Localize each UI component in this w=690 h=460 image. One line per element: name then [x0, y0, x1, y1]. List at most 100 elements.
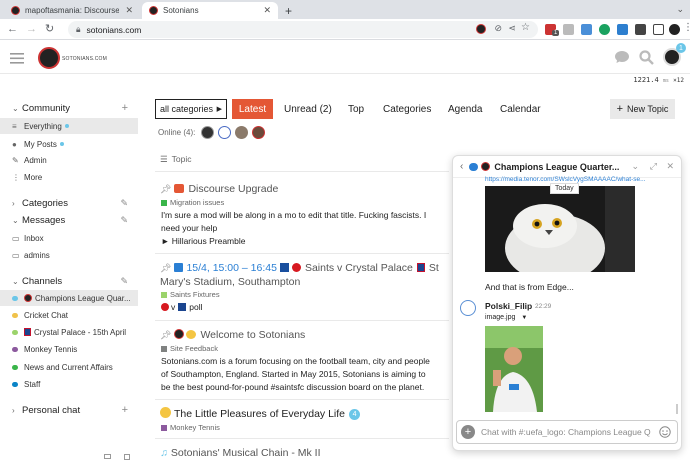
online-user-avatar[interactable] [235, 126, 248, 139]
chat-title[interactable]: Champions League Quarter... [494, 162, 619, 172]
sidepanel-icon[interactable] [653, 24, 664, 35]
attachment-name[interactable]: image.jpg ▼ [485, 314, 527, 321]
pencil-icon[interactable]: ✎ [120, 215, 128, 226]
grammar-icon[interactable] [599, 24, 610, 35]
tab-latest[interactable]: Latest [232, 99, 273, 119]
online-user-avatar[interactable] [201, 126, 214, 139]
notification-badge[interactable]: 1 [676, 43, 686, 53]
category-dropdown[interactable]: all categories ▶ [155, 99, 227, 119]
pencil-icon[interactable]: ✎ [120, 198, 128, 209]
translate-icon[interactable] [581, 24, 592, 35]
message-link[interactable]: https://media.tenor.com/SWslcVygSMAAAAC/… [485, 176, 655, 183]
sidebar-section-categories[interactable]: › Categories ✎ [0, 195, 138, 211]
eye-off-icon[interactable]: ⊘ [494, 23, 502, 34]
tab-agenda[interactable]: Agenda [448, 104, 482, 115]
browser-tab-sotonians[interactable]: Sotonians ✕ [142, 2, 278, 19]
share-icon[interactable]: ⋖ [508, 23, 516, 34]
tab-search-icon[interactable]: ⌄ [676, 4, 684, 15]
chat-bubble-icon[interactable] [614, 50, 630, 64]
topic-category[interactable]: Monkey Tennis [161, 423, 220, 432]
wrench-icon: ✎ [12, 155, 19, 165]
sidebar-channel-crystal-palace[interactable]: Crystal Palace - 15th April [0, 324, 138, 340]
browser-tab-mapoftasmania[interactable]: mapoftasmania: Discourse Upgrade ✕ [4, 2, 140, 19]
sidebar-item-admin[interactable]: ✎ Admin [0, 152, 138, 168]
sidebar-channel-staff[interactable]: Staff [0, 376, 138, 392]
sidebar-item-inbox[interactable]: ▭ Inbox [0, 230, 138, 246]
add-attachment-icon[interactable]: + [461, 425, 475, 439]
topic-title-row[interactable]: ♫ Sotonians' Musical Chain - Mk II [160, 447, 321, 459]
reload-icon[interactable]: ↻ [45, 23, 54, 35]
topic-title-row[interactable]: 📌︎ 15/4, 15:00 – 16:45 Saints v Crystal Pa… [160, 262, 439, 274]
sidebar-channel-news[interactable]: News and Current Affairs [0, 359, 138, 375]
pencil-icon[interactable]: ✎ [120, 276, 128, 287]
event-date[interactable]: 15/4, 15:00 – 16:45 [186, 262, 277, 274]
sidebar-channel-cricket-chat[interactable]: Cricket Chat [0, 307, 138, 323]
unread-count-badge[interactable]: 4 [349, 409, 361, 420]
topic-title-row[interactable]: 📌︎ Welcome to Sotonians [160, 329, 305, 341]
online-user-avatar[interactable] [218, 126, 231, 139]
profile-avatar[interactable] [669, 24, 680, 35]
tab-unread[interactable]: Unread (2) [284, 104, 332, 115]
sidebar-footer-icon[interactable] [124, 454, 130, 460]
new-tab-button[interactable]: + [282, 2, 300, 19]
collapse-icon[interactable]: ⌄ [631, 161, 639, 172]
topic-title-line2[interactable]: Mary's Stadium, Southampton [160, 276, 300, 288]
topic-title[interactable]: Welcome to Sotonians [200, 329, 305, 341]
back-icon[interactable]: ← [7, 23, 18, 35]
puzzle-icon[interactable] [635, 24, 646, 35]
extension-icon[interactable] [563, 24, 574, 35]
tab-categories[interactable]: Categories [383, 104, 431, 115]
topic-column-header[interactable]: ☰ Topic [160, 154, 191, 165]
close-tab-icon[interactable]: ✕ [125, 5, 133, 16]
sidebar-item-more[interactable]: ⋮ More [0, 169, 138, 185]
tab-calendar[interactable]: Calendar [500, 104, 541, 115]
user-avatar[interactable] [460, 300, 476, 316]
topic-title[interactable]: Discourse Upgrade [188, 183, 278, 195]
close-tab-icon[interactable]: ✕ [263, 5, 271, 16]
topic-title[interactable]: Saints v Crystal Palace [305, 262, 413, 274]
tab-top[interactable]: Top [348, 104, 364, 115]
expand-icon[interactable]: ⤢ [650, 161, 657, 172]
hamburger-menu-icon[interactable] [10, 53, 24, 64]
details-toggle[interactable]: ► Hillarious Preamble [161, 235, 426, 248]
bookmark-star-icon[interactable]: ☆ [521, 22, 530, 33]
topic-title[interactable]: The Little Pleasures of Everyday Life [174, 408, 345, 420]
topic-title[interactable]: Sotonians' Musical Chain - Mk II [171, 447, 321, 459]
topic-category[interactable]: Migration issues [161, 198, 224, 207]
topic-title-row[interactable]: The Little Pleasures of Everyday Life 4 [160, 407, 361, 420]
sidebar-section-channels[interactable]: ⌄ Channels ✎ [0, 273, 138, 289]
sidebar-section-community[interactable]: ⌄ Community + [0, 100, 138, 116]
address-bar[interactable]: 🔒︎ sotonians.com ⊘ ⋖ ☆ [68, 21, 538, 38]
emoji-icon[interactable] [659, 426, 671, 438]
topic-category[interactable]: Saints Fixtures [161, 290, 220, 299]
topic-category[interactable]: Site Feedback [161, 344, 218, 353]
sidebar-footer-icon[interactable] [104, 454, 111, 459]
chat-composer[interactable]: + Chat with #:uefa_logo: Champions Leagu… [456, 420, 678, 444]
site-extension-icon[interactable] [476, 24, 486, 34]
message-username[interactable]: Polski_Filip [485, 301, 532, 311]
topic-title-row[interactable]: 📌︎ Discourse Upgrade [160, 183, 278, 195]
chat-input-placeholder[interactable]: Chat with #:uefa_logo: Champions League … [481, 427, 651, 437]
attached-photo[interactable] [485, 326, 543, 412]
sidebar-channel-champions-league[interactable]: Champions League Quar... [0, 290, 138, 306]
sidebar-section-personal-chat[interactable]: › Personal chat + [0, 402, 138, 418]
search-icon[interactable] [639, 50, 654, 65]
new-topic-button[interactable]: + New Topic [610, 99, 675, 119]
sidebar-item-my-posts[interactable]: ● My Posts [0, 136, 138, 152]
site-logo[interactable] [38, 47, 60, 69]
sidebar-section-messages[interactable]: ⌄ Messages ✎ [0, 212, 138, 228]
sidebar-channel-monkey-tennis[interactable]: Monkey Tennis [0, 341, 138, 357]
topic-title-suffix[interactable]: St [429, 262, 439, 274]
screen-icon[interactable] [617, 24, 628, 35]
close-icon[interactable]: ✕ [666, 161, 674, 172]
add-icon[interactable]: + [122, 404, 128, 416]
add-icon[interactable]: + [122, 102, 128, 114]
online-user-avatar[interactable] [252, 126, 265, 139]
forward-icon[interactable]: → [26, 23, 37, 35]
chevron-left-icon[interactable]: ‹ [460, 161, 463, 172]
chat-scrollbar[interactable] [676, 404, 678, 414]
owl-gif-image[interactable] [485, 186, 635, 272]
sidebar-item-admins[interactable]: ▭ admins [0, 247, 138, 263]
sidebar-item-everything[interactable]: ≡ Everything [0, 118, 138, 134]
browser-menu-icon[interactable]: ⋮ [683, 22, 690, 34]
